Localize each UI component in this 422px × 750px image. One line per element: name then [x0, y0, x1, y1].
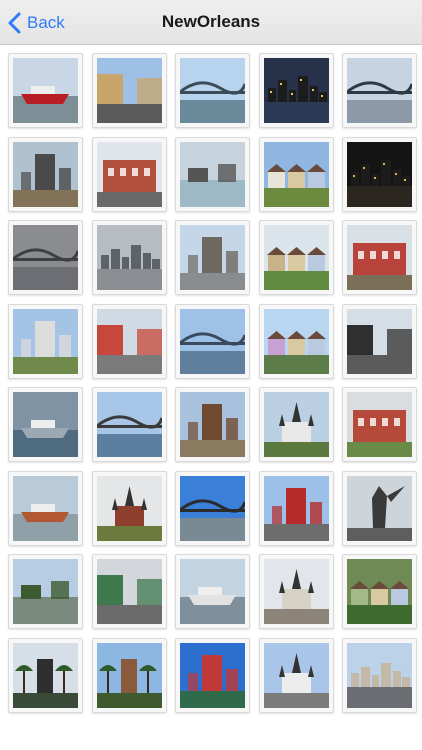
photo-thumbnail[interactable]	[91, 136, 167, 212]
photo-thumbnail[interactable]	[175, 387, 250, 462]
photo-image	[263, 141, 329, 207]
photo-thumbnail[interactable]	[91, 303, 167, 379]
photo-image	[96, 308, 162, 374]
photo-image	[347, 642, 412, 708]
navigation-bar: Back NewOrleans	[0, 0, 422, 45]
photo-thumbnail[interactable]	[8, 303, 83, 379]
photo-thumbnail[interactable]	[342, 637, 417, 713]
page-title: NewOrleans	[161, 12, 261, 31]
photo-image	[347, 225, 412, 290]
photo-image	[263, 58, 329, 123]
photo-thumbnail[interactable]	[175, 53, 250, 128]
photo-thumbnail[interactable]	[342, 387, 417, 462]
photo-image	[347, 559, 412, 624]
photo-image	[180, 225, 245, 290]
photo-thumbnail[interactable]	[342, 303, 417, 379]
photo-thumbnail[interactable]	[175, 303, 250, 379]
photo-thumbnail[interactable]	[175, 220, 250, 295]
photo-image	[13, 225, 78, 290]
photo-image	[263, 308, 329, 374]
photo-thumbnail[interactable]	[342, 136, 417, 212]
photo-thumbnail[interactable]	[91, 637, 167, 713]
photo-image	[347, 308, 412, 374]
photo-image	[96, 475, 162, 541]
photo-thumbnail[interactable]	[8, 53, 83, 128]
photo-image	[96, 559, 162, 624]
photo-grid	[8, 53, 417, 713]
photo-thumbnail[interactable]	[175, 470, 250, 546]
photo-image	[13, 392, 78, 457]
photo-image	[180, 141, 245, 207]
photo-thumbnail[interactable]	[8, 470, 83, 546]
photo-image	[96, 392, 162, 457]
photo-image	[13, 475, 78, 541]
photo-thumbnail[interactable]	[175, 136, 250, 212]
photo-thumbnail[interactable]	[258, 53, 334, 128]
photo-image	[180, 642, 245, 708]
photo-image	[347, 58, 412, 123]
photo-thumbnail[interactable]	[342, 554, 417, 629]
photo-image	[180, 559, 245, 624]
photo-image	[263, 559, 329, 624]
photo-thumbnail[interactable]	[8, 387, 83, 462]
photo-thumbnail[interactable]	[258, 387, 334, 462]
photo-image	[96, 141, 162, 207]
photo-thumbnail[interactable]	[91, 53, 167, 128]
photo-thumbnail[interactable]	[342, 53, 417, 128]
photo-image	[180, 308, 245, 374]
photo-thumbnail[interactable]	[175, 637, 250, 713]
photo-image	[263, 642, 329, 708]
photo-image	[13, 141, 78, 207]
photo-thumbnail[interactable]	[91, 470, 167, 546]
photo-image	[96, 225, 162, 290]
photo-image	[263, 392, 329, 457]
photo-image	[263, 225, 329, 290]
photo-image	[347, 475, 412, 541]
photo-thumbnail[interactable]	[91, 220, 167, 295]
photo-thumbnail[interactable]	[175, 554, 250, 629]
photo-thumbnail[interactable]	[258, 220, 334, 295]
photo-image	[347, 141, 412, 207]
photo-image	[13, 308, 78, 374]
photo-thumbnail[interactable]	[91, 387, 167, 462]
photo-image	[96, 58, 162, 123]
photo-thumbnail[interactable]	[258, 554, 334, 629]
photo-image	[13, 559, 78, 624]
photo-thumbnail[interactable]	[8, 220, 83, 295]
photo-image	[263, 475, 329, 541]
photo-thumbnail[interactable]	[342, 470, 417, 546]
photo-thumbnail[interactable]	[258, 637, 334, 713]
photo-thumbnail[interactable]	[8, 554, 83, 629]
photo-thumbnail[interactable]	[91, 554, 167, 629]
photo-thumbnail[interactable]	[258, 136, 334, 212]
photo-image	[180, 58, 245, 123]
photo-thumbnail[interactable]	[8, 136, 83, 212]
photo-thumbnail[interactable]	[258, 470, 334, 546]
photo-image	[13, 58, 78, 123]
photo-image	[180, 475, 245, 541]
photo-thumbnail[interactable]	[8, 637, 83, 713]
photo-image	[13, 642, 78, 708]
photo-thumbnail[interactable]	[342, 220, 417, 295]
photo-image	[96, 642, 162, 708]
photo-thumbnail[interactable]	[258, 303, 334, 379]
photo-image	[180, 392, 245, 457]
photo-image	[347, 392, 412, 457]
